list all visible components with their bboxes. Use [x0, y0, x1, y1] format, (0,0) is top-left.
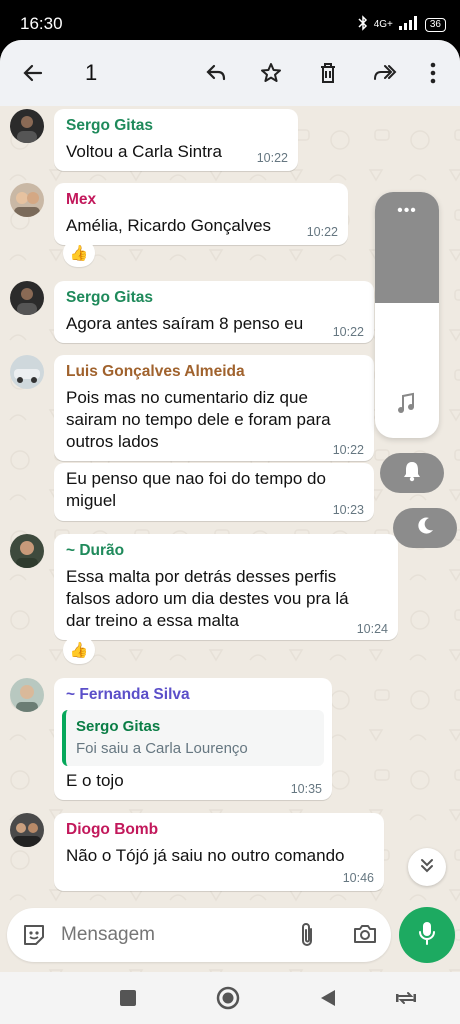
reaction-badge[interactable]: 👍: [63, 239, 95, 267]
reply-icon[interactable]: [201, 58, 231, 88]
network-type: 4G+: [373, 19, 393, 30]
forward-icon[interactable]: [369, 58, 399, 88]
message-bubble[interactable]: Sergo Gitas Voltou a Carla Sintra 10:22: [54, 109, 298, 171]
quoted-message[interactable]: Sergo Gitas Foi saiu a Carla Lourenço: [62, 710, 324, 766]
message-sender: ~ Durão: [66, 542, 125, 559]
ringer-bell-button[interactable]: [380, 453, 444, 493]
message-time: 10:22: [256, 151, 288, 165]
avatar[interactable]: [10, 813, 44, 847]
volume-more-dots[interactable]: •••: [375, 202, 439, 220]
message-text: Eu penso que nao foi do tempo do miguel: [66, 469, 326, 510]
message-text: Voltou a Carla Sintra: [66, 142, 222, 161]
bell-icon: [402, 460, 422, 487]
more-options-icon[interactable]: [418, 58, 448, 88]
quoted-sender: Sergo Gitas: [76, 718, 161, 735]
quoted-text: Foi saiu a Carla Lourenço: [76, 740, 248, 757]
dnd-moon-button[interactable]: [393, 508, 457, 548]
message-bubble[interactable]: Sergo Gitas Agora antes saíram 8 penso e…: [54, 281, 374, 343]
selected-count: 1: [85, 60, 98, 85]
signal-icon: [398, 16, 419, 33]
attach-icon[interactable]: [297, 921, 317, 954]
avatar[interactable]: [10, 109, 44, 143]
status-icons: 4G+ 36: [358, 15, 446, 34]
avatar[interactable]: [10, 678, 44, 712]
message-bubble[interactable]: Luis Gonçalves Almeida Pois mas no cumen…: [54, 355, 374, 461]
back-triangle-icon[interactable]: [314, 984, 342, 1012]
system-nav-bar: [0, 972, 460, 1024]
recents-square-icon[interactable]: [114, 984, 142, 1012]
message-time: 10:24: [356, 622, 388, 636]
music-note-icon: [395, 392, 417, 422]
message-bubble[interactable]: ~ Durão Essa malta por detrás desses per…: [54, 534, 398, 640]
home-circle-icon[interactable]: [214, 984, 242, 1012]
rotate-screen-icon[interactable]: [392, 984, 420, 1012]
avatar[interactable]: [10, 534, 44, 568]
message-text: Não o Tójó já saiu no outro comando: [66, 846, 345, 865]
message-bubble[interactable]: Eu penso que nao foi do tempo do miguel …: [54, 463, 374, 521]
chat-screen: 1 Sergo Gitas Voltou a Carla Sintra 10:2…: [0, 40, 460, 972]
chevron-double-down-icon: [419, 857, 435, 878]
message-time: 10:46: [342, 871, 374, 885]
message-text: E o tojo: [66, 771, 124, 790]
message-time: 10:22: [332, 443, 364, 457]
voice-message-button[interactable]: [399, 907, 455, 963]
message-time: 10:22: [332, 325, 364, 339]
message-time: 10:22: [306, 225, 338, 239]
star-icon[interactable]: [256, 58, 286, 88]
message-bubble[interactable]: Mex Amélia, Ricardo Gonçalves 10:22: [54, 183, 348, 245]
avatar[interactable]: [10, 355, 44, 389]
reaction-badge[interactable]: 👍: [63, 636, 95, 664]
volume-slider[interactable]: •••: [375, 192, 439, 438]
selection-toolbar: 1: [0, 40, 460, 106]
message-composer: [7, 908, 391, 962]
message-text: Amélia, Ricardo Gonçalves: [66, 216, 272, 235]
avatar[interactable]: [10, 183, 44, 217]
message-text: Pois mas no cumentario diz que sairam no…: [66, 388, 331, 451]
message-sender: Sergo Gitas: [66, 289, 153, 306]
status-time: 16:30: [20, 14, 63, 33]
moon-icon: [415, 516, 435, 541]
avatar[interactable]: [10, 281, 44, 315]
message-text: Agora antes saíram 8 penso eu: [66, 314, 304, 333]
message-time: 10:35: [290, 782, 322, 796]
delete-icon[interactable]: [313, 58, 343, 88]
message-sender: Mex: [66, 191, 97, 208]
message-input[interactable]: [61, 924, 281, 946]
microphone-icon: [417, 920, 437, 951]
message-bubble[interactable]: ~ Fernanda Silva Sergo Gitas Foi saiu a …: [54, 678, 332, 800]
message-sender: Sergo Gitas: [66, 117, 153, 134]
bluetooth-icon: [358, 15, 368, 34]
message-bubble[interactable]: Diogo Bomb Não o Tójó já saiu no outro c…: [54, 813, 384, 891]
message-text: Essa malta por detrás desses perfis fals…: [66, 567, 349, 630]
message-time: 10:23: [332, 503, 364, 517]
scroll-to-bottom-button[interactable]: [408, 848, 446, 886]
message-sender: ~ Fernanda Silva: [66, 686, 190, 703]
camera-icon[interactable]: [352, 922, 378, 951]
message-sender: Diogo Bomb: [66, 821, 159, 838]
battery-icon: 36: [424, 17, 446, 32]
message-sender: Luis Gonçalves Almeida: [66, 363, 245, 380]
sticker-icon[interactable]: [21, 922, 47, 953]
back-arrow-icon[interactable]: [18, 58, 48, 88]
